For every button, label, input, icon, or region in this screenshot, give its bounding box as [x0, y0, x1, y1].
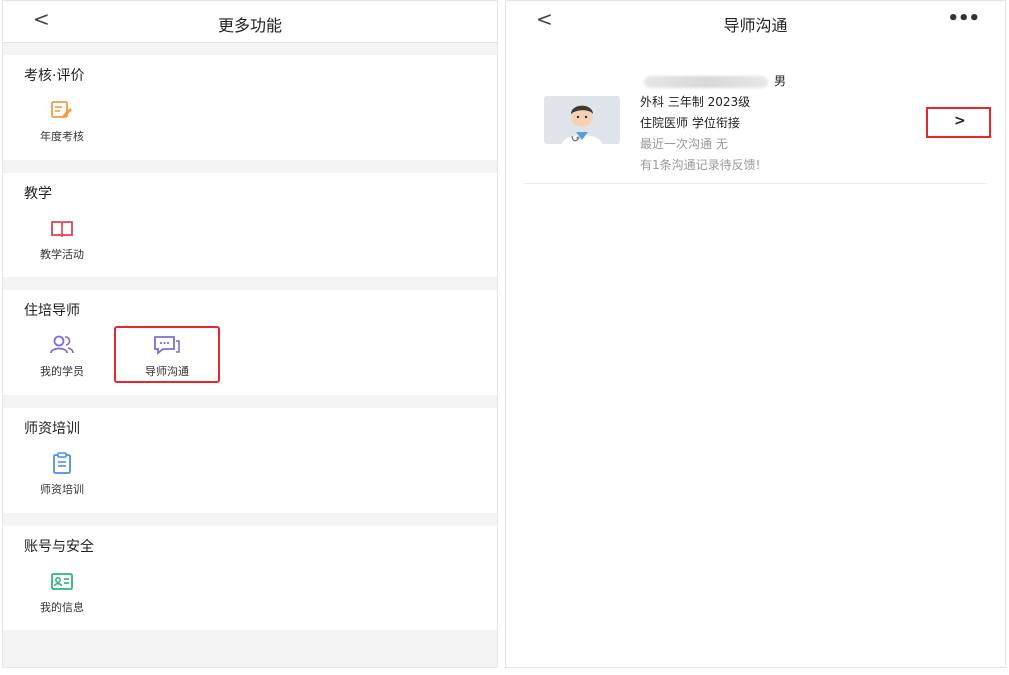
teaching-activity-item[interactable]: 教学活动 — [23, 217, 101, 262]
item-label: 我的信息 — [40, 601, 84, 614]
edit-note-icon — [51, 101, 72, 118]
page-title: 更多功能 — [217, 16, 282, 35]
chat-icon — [154, 336, 180, 355]
doctor-avatar-icon — [544, 96, 620, 144]
section-title: 师资培训 — [24, 421, 80, 437]
section-title: 住培导师 — [24, 303, 80, 319]
last-communication: 最近一次沟通 无 — [640, 137, 728, 151]
faculty-training-item[interactable]: 师资培训 — [23, 452, 101, 497]
student-gender: 男 — [774, 74, 787, 88]
id-card-icon — [51, 573, 73, 590]
blurred-name — [644, 76, 768, 88]
section-teaching: 教学 教学活动 — [3, 173, 497, 277]
section-mentor: 住培导师 我的学员 导师沟通 — [3, 290, 497, 395]
name-row: 男 — [640, 71, 786, 92]
pending-feedback: 有1条沟通记录待反馈! — [640, 158, 761, 172]
item-label: 师资培训 — [40, 483, 84, 496]
student-card[interactable]: 男 外科 三年制 2023级 住院医师 学位衔接 最近一次沟通 无 有1条沟通记… — [524, 45, 991, 184]
annual-assessment-item[interactable]: 年度考核 — [23, 99, 101, 144]
section-faculty-training: 师资培训 师资培训 — [3, 408, 497, 513]
chevron-right-icon: > — [954, 113, 966, 129]
users-icon — [50, 335, 74, 354]
left-header: < 更多功能 — [3, 1, 497, 43]
item-label: 导师沟通 — [145, 365, 189, 378]
mentor-communication-panel: < 导师沟通 ••• 男 外科 三年制 2023级 住院医师 学位衔接 最近一次… — [505, 0, 1006, 668]
student-info: 男 外科 三年制 2023级 住院医师 学位衔接 最近一次沟通 无 有1条沟通记… — [640, 71, 786, 176]
clipboard-icon — [53, 452, 71, 474]
page-title: 导师沟通 — [723, 16, 788, 35]
section-assessment: 考核·评价 年度考核 — [3, 55, 497, 160]
section-title: 考核·评价 — [24, 68, 85, 84]
section-title: 账号与安全 — [24, 539, 94, 555]
more-options-button[interactable]: ••• — [947, 8, 980, 29]
item-label: 我的学员 — [40, 365, 84, 378]
detail-arrow-button[interactable]: > — [926, 107, 991, 138]
my-info-item[interactable]: 我的信息 — [23, 570, 101, 615]
avatar — [544, 96, 620, 144]
right-header: < 导师沟通 ••• — [506, 1, 1005, 43]
section-account-security: 账号与安全 我的信息 — [3, 526, 497, 630]
item-label: 教学活动 — [40, 248, 84, 261]
my-students-item[interactable]: 我的学员 — [23, 334, 101, 379]
item-label: 年度考核 — [40, 130, 84, 143]
student-type: 住院医师 学位衔接 — [640, 116, 740, 130]
student-department: 外科 三年制 2023级 — [640, 95, 751, 109]
more-functions-panel: < 更多功能 考核·评价 年度考核 教学 教学活动 住培导师 我的学员 导师沟通… — [2, 0, 498, 668]
mentor-communication-item[interactable]: 导师沟通 — [128, 334, 206, 379]
section-title: 教学 — [24, 186, 52, 202]
open-book-icon — [51, 221, 73, 238]
